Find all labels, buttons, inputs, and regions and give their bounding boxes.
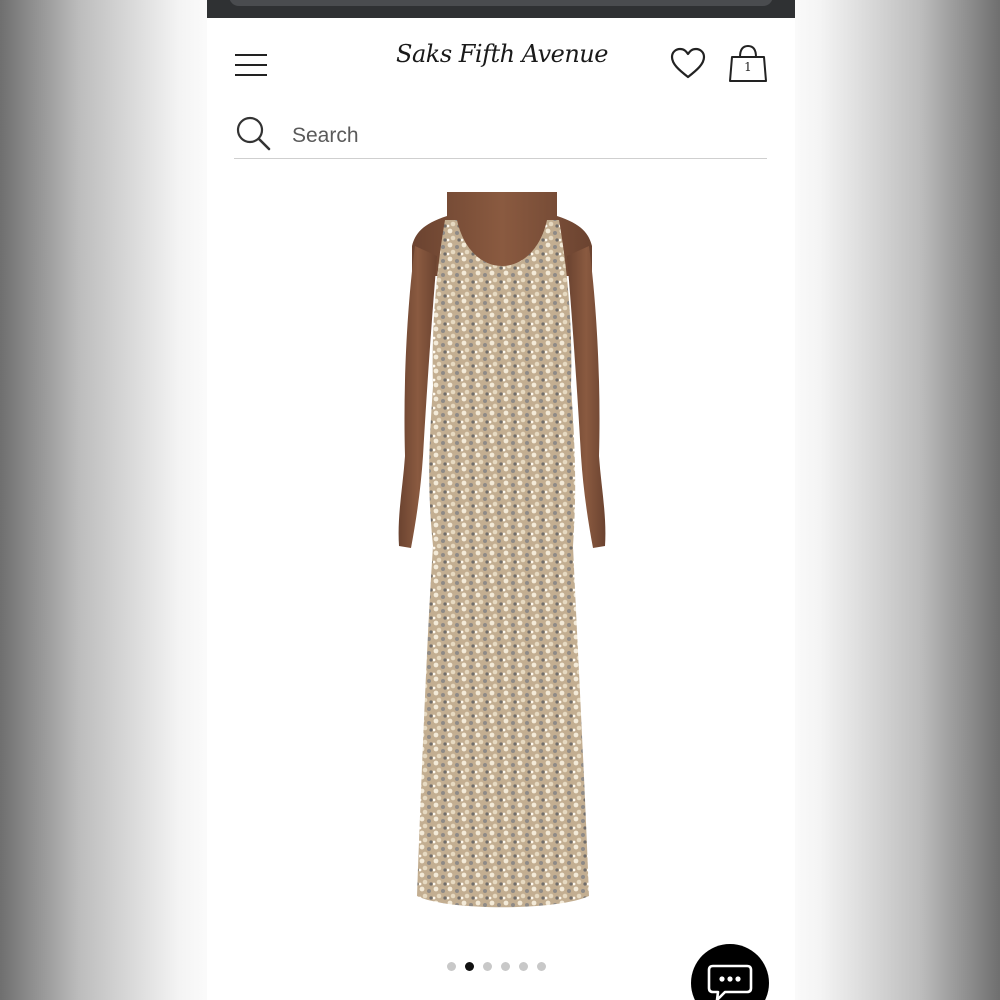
image-carousel-dots xyxy=(447,962,546,974)
shopping-bag-button[interactable]: 1 xyxy=(727,44,769,84)
search-icon[interactable] xyxy=(234,114,274,154)
chat-button[interactable] xyxy=(691,944,769,1000)
mobile-page: Saks Fifth Avenue 1 xyxy=(207,0,795,1000)
wishlist-button[interactable] xyxy=(669,46,707,80)
search-bar xyxy=(234,108,767,159)
hamburger-icon-line xyxy=(235,74,267,76)
menu-button[interactable] xyxy=(233,52,269,78)
brand-logo[interactable]: Saks Fifth Avenue xyxy=(387,40,617,68)
browser-top-bar xyxy=(207,0,795,18)
bag-count-badge: 1 xyxy=(744,60,752,74)
carousel-dot[interactable] xyxy=(465,962,474,971)
browser-address-bar[interactable] xyxy=(229,0,773,6)
heart-icon xyxy=(670,47,706,79)
carousel-dot[interactable] xyxy=(447,962,456,971)
hamburger-icon-line xyxy=(235,64,267,66)
hamburger-icon xyxy=(235,54,267,56)
carousel-dot[interactable] xyxy=(483,962,492,971)
carousel-dot[interactable] xyxy=(501,962,510,971)
carousel-dot[interactable] xyxy=(519,962,528,971)
product-image[interactable] xyxy=(377,186,627,926)
chat-bubble-icon xyxy=(707,964,753,1000)
search-input[interactable] xyxy=(290,120,754,152)
carousel-dot[interactable] xyxy=(537,962,546,971)
